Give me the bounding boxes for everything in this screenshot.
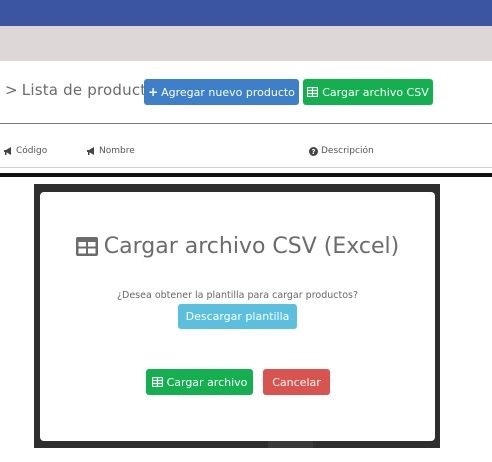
column-label: Descripción [321,146,374,156]
table-header: Código Nombre ? Descripción [0,146,492,160]
add-product-button[interactable]: + Agregar nuevo producto [144,79,299,105]
cancel-button[interactable]: Cancelar [263,369,330,395]
download-template-button[interactable]: Descargar plantilla [178,304,297,329]
question-circle-icon: ? [309,146,318,156]
template-question: ¿Desea obtener la plantilla para cargar … [116,290,359,301]
divider [0,173,492,177]
chevron-right-icon: > [5,81,18,99]
bullhorn-icon [4,147,11,155]
bullhorn-icon [87,147,94,155]
svg-text:?: ? [311,148,315,156]
column-header-descripcion[interactable]: ? Descripción [309,146,374,156]
table-icon [75,237,98,256]
upload-csv-button[interactable]: Cargar archivo CSV [303,79,433,105]
divider [0,167,492,168]
column-label: Nombre [99,146,135,156]
upload-file-label: Cargar archivo [166,375,248,389]
upload-file-button[interactable]: Cargar archivo [146,369,253,395]
page-title-text: Lista de productos [21,81,164,99]
column-label: Código [16,146,48,156]
modal-title-text: Cargar archivo CSV (Excel) [103,234,400,259]
top-navbar [0,0,492,26]
plus-icon: + [148,85,159,99]
backdrop-shadow [268,441,313,448]
add-product-label: Agregar nuevo producto [161,85,295,99]
upload-csv-label: Cargar archivo CSV [322,85,429,99]
column-header-codigo[interactable]: Código [4,146,47,156]
page-title: > Lista de productos [5,81,164,99]
column-header-nombre[interactable]: Nombre [87,146,135,156]
sub-navbar [0,26,492,61]
modal-title: Cargar archivo CSV (Excel) [40,234,435,259]
table-icon [307,87,319,97]
table-icon [151,377,163,387]
divider [0,123,492,124]
csv-upload-modal: Cargar archivo CSV (Excel) ¿Desea obtene… [40,192,435,441]
page-header: > Lista de productos + Agregar nuevo prod… [0,79,492,107]
